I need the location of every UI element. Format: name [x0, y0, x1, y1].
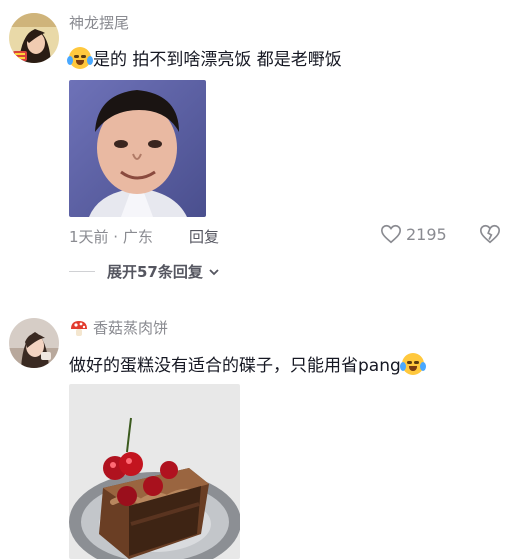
comment-text: 是的 拍不到啥漂亮饭 都是老嘢饭	[67, 45, 342, 70]
avatar[interactable]	[9, 318, 59, 368]
divider	[69, 271, 95, 272]
username[interactable]: 香菇蒸肉饼	[93, 317, 168, 338]
chevron-down-icon	[209, 268, 219, 275]
heart-icon	[381, 224, 401, 244]
comment-item: 香菇蒸肉饼 做好的蛋糕没有适合的碟子，只能用省pang	[0, 300, 512, 559]
crying-laughing-emoji	[67, 46, 93, 69]
reply-button[interactable]: 回复	[189, 226, 219, 247]
username[interactable]: 神龙摆尾	[69, 12, 129, 33]
username-row: 香菇蒸肉饼	[69, 317, 168, 338]
like-button[interactable]: 2195	[380, 223, 447, 245]
comment-text-content: 做好的蛋糕没有适合的碟子，只能用省pang	[69, 356, 401, 376]
comment-photo[interactable]	[69, 384, 240, 559]
expand-replies-button[interactable]: 展开57条回复	[69, 261, 221, 282]
broken-heart-icon	[480, 224, 500, 244]
crying-laughing-emoji	[399, 352, 426, 375]
comment-text-content: 是的 拍不到啥漂亮饭 都是老嘢饭	[93, 50, 342, 70]
mushroom-icon	[71, 320, 87, 336]
avatar[interactable]	[9, 13, 59, 63]
expand-replies-label: 展开57条回复	[107, 263, 203, 281]
comment-text: 做好的蛋糕没有适合的碟子，只能用省pang	[69, 351, 426, 376]
comment-item: 神龙摆尾 是的 拍不到啥漂亮饭 都是老嘢饭 1天前 · 广东 回复 2195 展…	[0, 0, 512, 300]
comment-photo[interactable]	[69, 80, 206, 217]
dislike-button[interactable]	[479, 223, 501, 249]
like-count: 2195	[406, 224, 447, 244]
comment-time-location: 1天前 · 广东	[69, 228, 153, 246]
